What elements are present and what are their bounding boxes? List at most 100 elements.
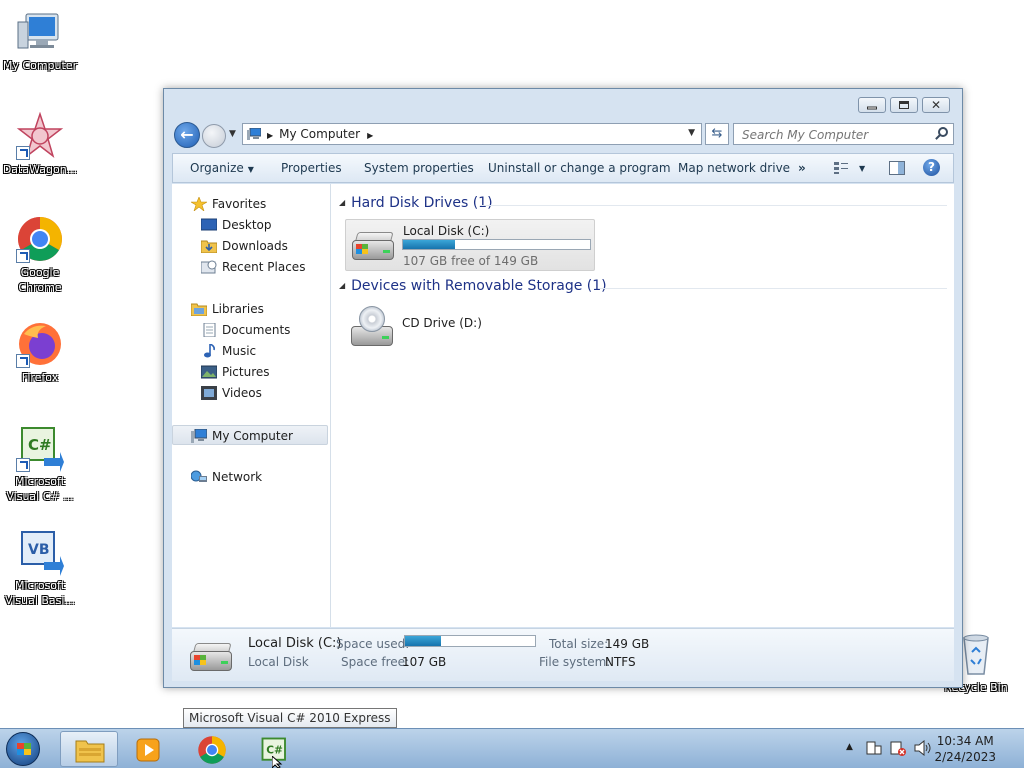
more-commands-button[interactable]: » [798, 161, 806, 175]
desktop-icon-label-line2: Visual Basi... [5, 594, 75, 607]
refresh-icon: ⇆ [711, 126, 723, 141]
clock[interactable]: 10:34 AM 2/24/2023 [934, 733, 996, 765]
change-view-icon[interactable] [834, 162, 848, 174]
search-box[interactable] [733, 123, 954, 145]
nav-item-favorites[interactable]: Favorites [172, 194, 328, 214]
view-options-dropdown-icon[interactable]: ▼ [859, 164, 865, 173]
nav-item-recent-places[interactable]: Recent Places [172, 257, 328, 277]
map-network-drive-button[interactable]: Map network drive [678, 161, 790, 175]
visual-basic-icon: VB [16, 528, 64, 576]
libraries-icon [191, 303, 207, 316]
breadcrumb[interactable]: ▶ My Computer ▶ [267, 127, 373, 141]
desktop-icon-label: Google [20, 266, 60, 279]
nav-item-downloads[interactable]: Downloads [172, 236, 328, 256]
refresh-button[interactable]: ⇆ [705, 123, 729, 145]
nav-item-music[interactable]: Music [172, 341, 328, 361]
nav-item-pictures[interactable]: Pictures [172, 362, 328, 382]
shortcut-arrow-icon [16, 458, 30, 472]
caption-buttons: ✕ [854, 97, 950, 113]
desktop-icon-google-chrome[interactable]: Google Chrome [0, 215, 80, 295]
desktop-icon-label: Microsoft [14, 579, 66, 592]
show-hidden-icons-icon[interactable]: ▲ [846, 742, 853, 752]
media-player-icon [136, 738, 160, 762]
drive-name: Local Disk (C:) [403, 224, 490, 238]
nav-item-network[interactable]: Network [172, 467, 328, 487]
collapse-triangle-icon[interactable]: ◢ [339, 281, 345, 290]
desktop-icon-datawagon[interactable]: DataWagon... [0, 111, 80, 177]
close-button[interactable]: ✕ [922, 97, 950, 113]
system-properties-button[interactable]: System properties [364, 161, 474, 175]
desktop-icon-firefox[interactable]: Firefox [0, 320, 80, 385]
organize-button[interactable]: Organize ▼ [190, 161, 254, 175]
recent-pages-dropdown[interactable]: ▼ [229, 129, 236, 139]
desktop-icon-my-computer[interactable]: My Computer [0, 8, 80, 73]
group-header-removable-storage[interactable]: ◢ Devices with Removable Storage (1) [339, 278, 607, 294]
nav-label: Documents [222, 323, 291, 337]
group-divider [481, 205, 947, 206]
address-dropdown-icon[interactable]: ▼ [688, 128, 695, 138]
drive-tile-local-disk-c[interactable]: Local Disk (C:) 107 GB free of 149 GB [345, 219, 595, 271]
nav-item-documents[interactable]: Documents [172, 320, 328, 340]
taskbar: C# ▲ 10:34 AM 2/24/2023 [0, 728, 1024, 768]
volume-icon[interactable] [914, 740, 932, 756]
desktop-icon-visual-basic[interactable]: VB Microsoft Visual Basi... [0, 528, 80, 608]
action-center-icon[interactable] [866, 740, 882, 756]
network-status-icon[interactable] [890, 740, 906, 756]
nav-item-desktop[interactable]: Desktop [172, 215, 328, 235]
drive-usage-fill [403, 240, 456, 249]
start-button[interactable] [6, 732, 40, 766]
nav-label: Libraries [212, 302, 264, 316]
forward-button[interactable] [202, 124, 226, 148]
navigation-pane: Favorites Desktop Downloads Recent Place… [172, 184, 331, 627]
maximize-icon [899, 101, 909, 109]
music-note-icon [204, 344, 215, 358]
drive-tile-cd-drive-d[interactable]: CD Drive (D:) [345, 302, 545, 352]
preview-pane-icon[interactable] [889, 161, 905, 175]
close-icon: ✕ [930, 98, 942, 112]
nav-label: My Computer [212, 429, 293, 443]
uninstall-program-button[interactable]: Uninstall or change a program [488, 161, 671, 175]
nav-label: Videos [222, 386, 262, 400]
minimize-button[interactable] [858, 97, 886, 113]
explorer-folder-icon [75, 740, 105, 763]
breadcrumb-chevron-icon[interactable]: ▶ [367, 131, 373, 140]
details-usage-bar [404, 635, 536, 647]
drive-free-space: 107 GB free of 149 GB [403, 254, 539, 268]
space-free-label: Space free: [341, 655, 410, 669]
videos-icon [201, 386, 217, 400]
navigation-row: ← ▼ ▶ My Computer ▶ ▼ ⇆ [172, 122, 954, 148]
taskbar-chrome-button[interactable] [184, 731, 242, 767]
minimize-icon [867, 106, 877, 110]
maximize-button[interactable] [890, 97, 918, 113]
firefox-icon [16, 320, 64, 368]
back-arrow-icon: ← [180, 125, 194, 144]
help-icon[interactable]: ? [923, 159, 940, 176]
taskbar-media-player-button[interactable] [120, 731, 178, 767]
file-system-value: NTFS [605, 655, 636, 669]
content-pane: ◢ Hard Disk Drives (1) Local Disk (C:) 10… [331, 184, 954, 627]
taskbar-explorer-button[interactable] [60, 731, 118, 767]
search-icon[interactable] [938, 127, 948, 137]
properties-button[interactable]: Properties [281, 161, 342, 175]
nav-item-libraries[interactable]: Libraries [172, 299, 328, 319]
collapse-triangle-icon[interactable]: ◢ [339, 198, 345, 207]
nav-item-my-computer[interactable]: My Computer [172, 425, 328, 445]
details-pane: Local Disk (C:) Local Disk Space used: S… [172, 628, 954, 681]
search-input[interactable] [740, 125, 934, 145]
explorer-window: ✕ ← ▼ ▶My Computer▶ ▼ ⇆ Organize▼ Proper… [163, 88, 963, 688]
nav-item-videos[interactable]: Videos [172, 383, 328, 403]
group-header-hard-disk-drives[interactable]: ◢ Hard Disk Drives (1) [339, 195, 493, 211]
back-button[interactable]: ← [174, 122, 200, 148]
svg-text:VB: VB [28, 542, 50, 558]
computer-small-icon [191, 429, 207, 443]
pictures-icon [201, 365, 217, 379]
group-header-label: Hard Disk Drives (1) [351, 195, 493, 211]
mouse-cursor-icon [272, 756, 283, 768]
breadcrumb-my-computer[interactable]: My Computer [279, 127, 360, 141]
address-bar[interactable]: ▶ My Computer ▶ ▼ [242, 123, 702, 145]
documents-icon [203, 323, 216, 337]
clock-time: 10:34 AM [936, 734, 994, 748]
taskbar-tooltip: Microsoft Visual C# 2010 Express [183, 708, 397, 728]
desktop-icon-visual-csharp[interactable]: C# Microsoft Visual C# ... [0, 424, 80, 504]
nav-label: Desktop [222, 218, 272, 232]
